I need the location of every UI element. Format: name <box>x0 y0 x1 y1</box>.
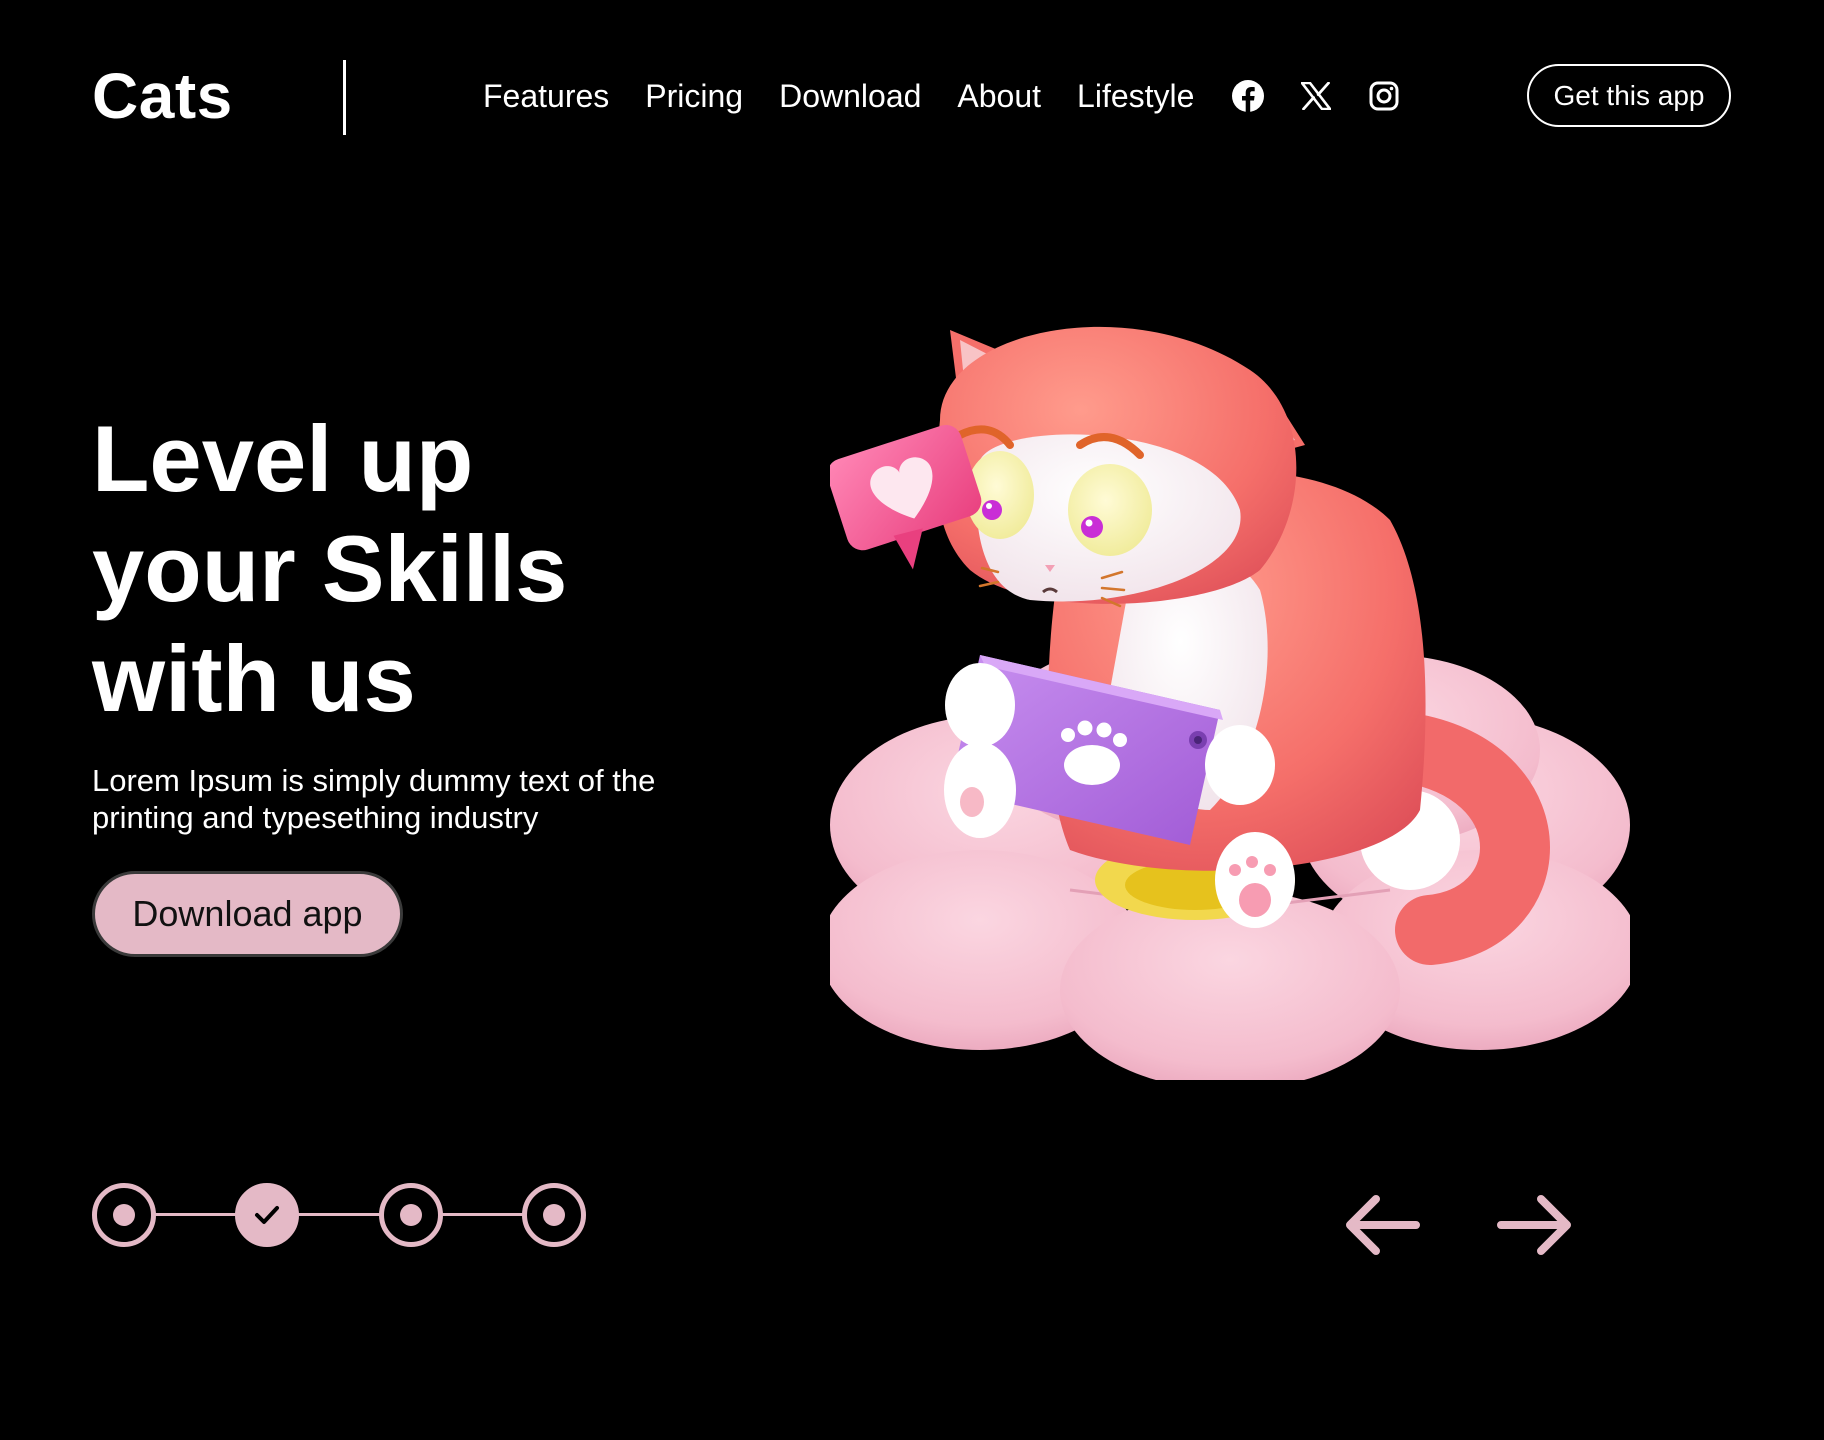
landing-page: Cats Features Pricing Download About Lif… <box>0 0 1824 1440</box>
step-connector <box>440 1213 530 1216</box>
hero-title: Level up your Skills with us <box>92 404 712 734</box>
checkmark-icon <box>255 1206 279 1224</box>
step-3-indicator[interactable] <box>379 1183 443 1247</box>
nav-link-lifestyle[interactable]: Lifestyle <box>1077 70 1194 122</box>
step-1-indicator[interactable] <box>92 1183 156 1247</box>
instagram-icon[interactable] <box>1366 78 1402 114</box>
nav-link-pricing[interactable]: Pricing <box>645 70 743 122</box>
main-nav: Features Pricing Download About Lifestyl… <box>483 70 1402 122</box>
hero-title-line: with us <box>92 626 416 731</box>
hero-title-line: your Skills <box>92 516 568 621</box>
logo[interactable]: Cats <box>92 58 233 134</box>
step-connector <box>296 1213 386 1216</box>
progress-stepper <box>92 1183 586 1247</box>
hero-subtitle: Lorem Ipsum is simply dummy text of the … <box>92 762 712 836</box>
arrow-right-icon <box>1497 1195 1571 1255</box>
facebook-icon[interactable] <box>1230 78 1266 114</box>
cat-foot-front <box>1215 832 1295 928</box>
hero-subtitle-line: Lorem Ipsum is simply dummy text of the <box>92 763 656 798</box>
nav-link-features[interactable]: Features <box>483 70 609 122</box>
cat-illustration <box>830 326 1630 1080</box>
step-2-indicator[interactable] <box>235 1183 299 1247</box>
arrow-left-icon <box>1346 1195 1420 1255</box>
step-4-indicator[interactable] <box>522 1183 586 1247</box>
nav-link-about[interactable]: About <box>957 70 1041 122</box>
cat-head <box>936 326 1305 608</box>
next-button[interactable] <box>1495 1190 1575 1260</box>
cat-foot-left <box>944 742 1016 838</box>
social-links <box>1230 78 1402 114</box>
hero-title-line: Level up <box>92 406 474 511</box>
get-app-button[interactable]: Get this app <box>1527 64 1731 127</box>
step-connector <box>152 1213 242 1216</box>
download-app-button[interactable]: Download app <box>92 871 403 957</box>
logo-divider <box>343 60 346 135</box>
nav-link-download[interactable]: Download <box>779 70 921 122</box>
hero-subtitle-line: printing and typesething industry <box>92 800 539 835</box>
x-icon[interactable] <box>1298 78 1334 114</box>
prev-button[interactable] <box>1342 1190 1422 1260</box>
